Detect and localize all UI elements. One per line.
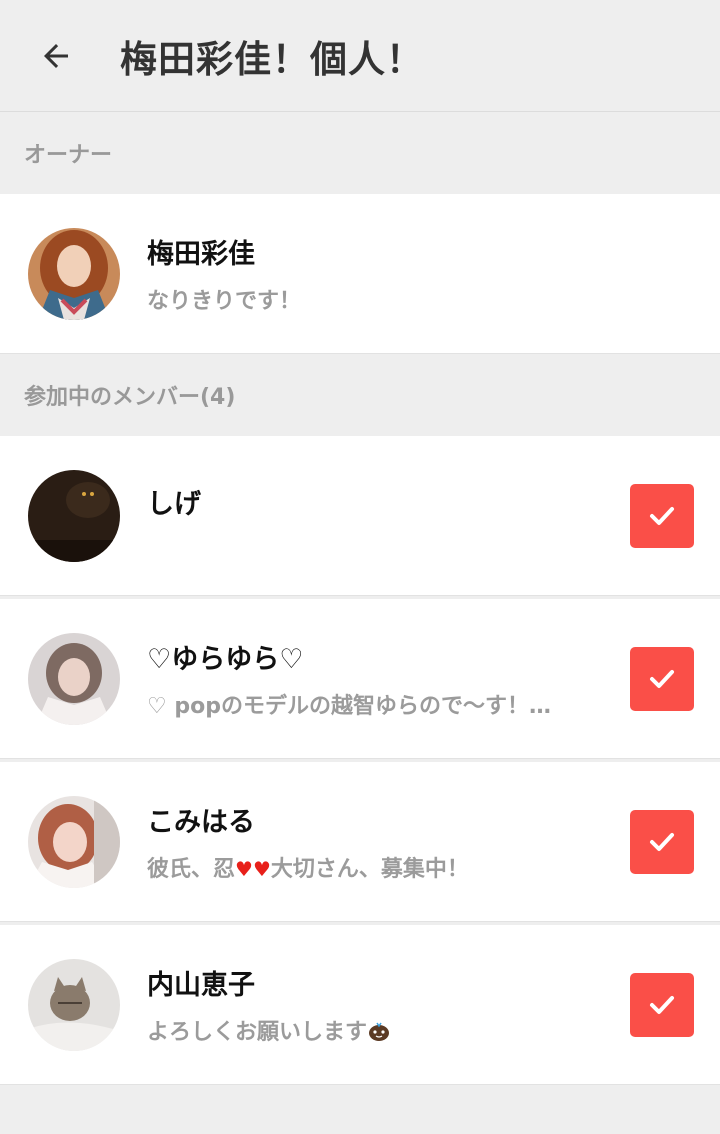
- avatar: [28, 958, 120, 1051]
- face-emoji-icon: [369, 1022, 390, 1041]
- heart-icon: ♥: [252, 857, 271, 881]
- member-status: ♡ popのモデルの越智ゆらので〜す！…: [147, 694, 551, 719]
- member-row[interactable]: こみはる 彼氏、忍♥♥大切さん、募集中！: [0, 762, 720, 922]
- page-title: 梅田彩佳！個人！: [120, 37, 424, 81]
- member-row[interactable]: しげ: [0, 436, 720, 596]
- checkmark-icon: [650, 995, 674, 1014]
- owner-section-header: オーナー: [24, 143, 113, 168]
- avatar: [28, 227, 120, 320]
- member-checkbox[interactable]: [630, 972, 694, 1037]
- members-section-header: 参加中のメンバー(4): [24, 385, 236, 410]
- avatar: [28, 469, 120, 562]
- member-row[interactable]: ♡ゆらゆら♡ ♡ popのモデルの越智ゆらので〜す！…: [0, 599, 720, 759]
- arrow-left-icon: [44, 43, 68, 68]
- member-checkbox[interactable]: [630, 483, 694, 548]
- checkmark-icon: [650, 669, 674, 688]
- app-bar: 梅田彩佳！個人！: [0, 0, 720, 112]
- avatar: [28, 632, 120, 725]
- owner-card[interactable]: 梅田彩佳 なりきりです！: [0, 194, 720, 354]
- member-row[interactable]: 内山恵子 よろしくお願いします: [0, 925, 720, 1085]
- back-button[interactable]: [28, 28, 84, 84]
- avatar: [28, 795, 120, 888]
- member-checkbox[interactable]: [630, 809, 694, 874]
- heart-icon: ♥: [235, 857, 253, 881]
- owner-status: なりきりです！: [147, 289, 302, 314]
- checkmark-icon: [650, 832, 674, 851]
- member-status: 彼氏、忍♥♥大切さん、募集中！: [147, 857, 469, 882]
- checkmark-icon: [650, 506, 674, 525]
- member-status: よろしくお願いします: [147, 1014, 592, 1046]
- member-checkbox[interactable]: [630, 646, 694, 711]
- owner-name: 梅田彩佳: [147, 239, 255, 270]
